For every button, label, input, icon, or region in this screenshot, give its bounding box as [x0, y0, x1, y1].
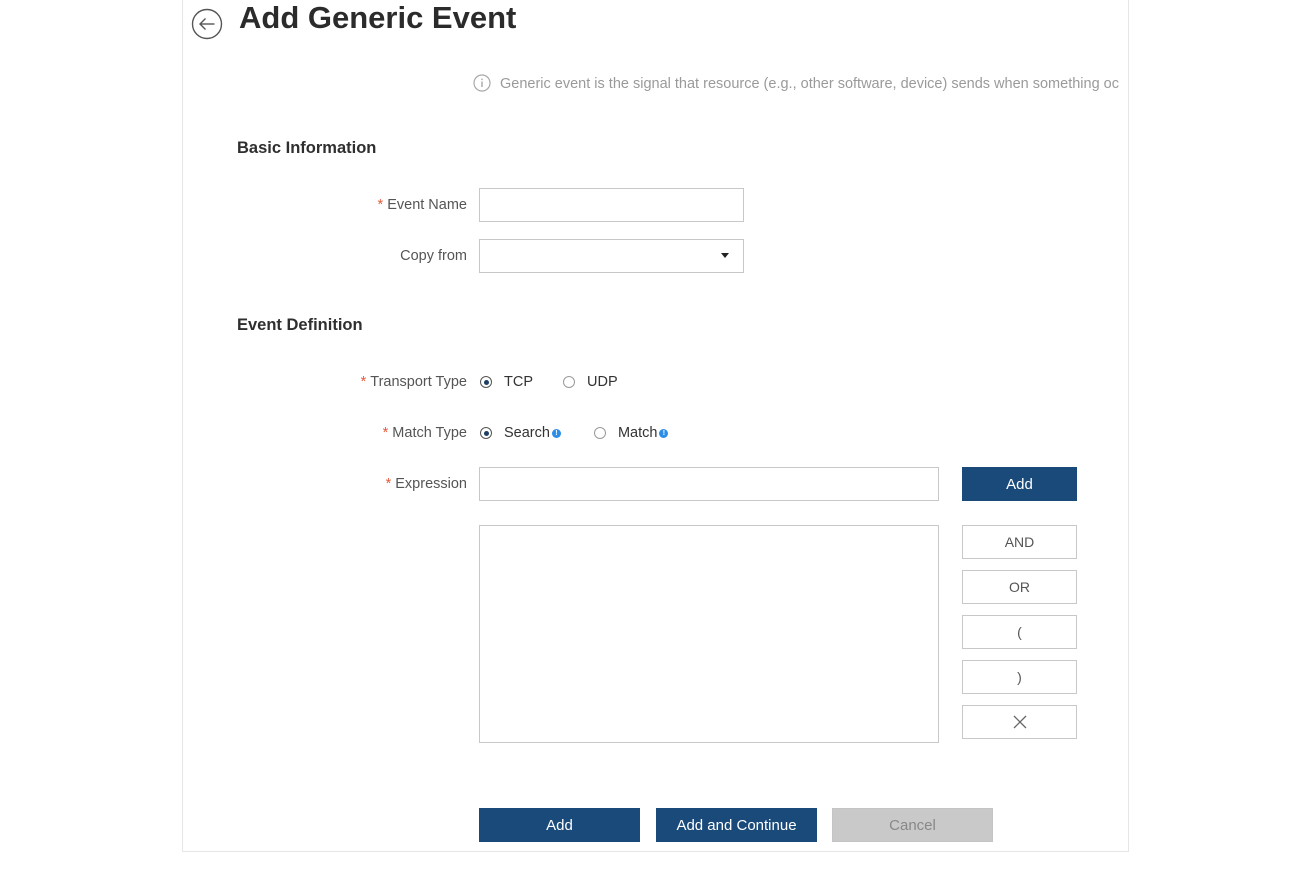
clear-expression-button[interactable] — [962, 705, 1077, 739]
radio-match[interactable]: Match ! — [593, 425, 669, 441]
info-banner: Generic event is the signal that resourc… — [473, 74, 1119, 92]
required-mark: * — [377, 197, 384, 213]
required-mark: * — [382, 425, 389, 441]
transport-type-label: * Transport Type — [360, 374, 467, 390]
open-paren-button[interactable]: ( — [962, 615, 1077, 649]
info-icon — [473, 74, 500, 92]
caret-down-icon — [721, 253, 729, 258]
copy-from-select[interactable] — [479, 239, 744, 273]
radio-match-label: Match — [617, 425, 658, 441]
copy-from-label: Copy from — [400, 248, 467, 264]
help-info-icon[interactable]: ! — [659, 428, 669, 438]
info-text: Generic event is the signal that resourc… — [500, 76, 1119, 92]
page-panel: Add Generic Event Generic event is the s… — [182, 0, 1129, 852]
expression-input[interactable] — [479, 467, 939, 501]
cancel-button[interactable]: Cancel — [832, 808, 993, 842]
radio-selected-icon — [480, 376, 492, 388]
expression-add-button[interactable]: Add — [962, 467, 1077, 501]
expression-label: * Expression — [385, 476, 467, 492]
radio-unselected-icon — [563, 376, 575, 388]
required-mark: * — [360, 374, 367, 390]
radio-search[interactable]: Search ! — [480, 425, 561, 441]
radio-selected-icon — [480, 427, 492, 439]
event-name-input[interactable] — [479, 188, 744, 222]
back-arrow-icon[interactable] — [191, 8, 223, 40]
add-and-continue-button[interactable]: Add and Continue — [656, 808, 817, 842]
close-paren-button[interactable]: ) — [962, 660, 1077, 694]
expression-list-area[interactable] — [479, 525, 939, 743]
radio-search-label: Search — [504, 425, 550, 441]
section-title-event-definition: Event Definition — [237, 316, 363, 334]
radio-udp-label: UDP — [587, 374, 618, 390]
help-info-icon[interactable]: ! — [551, 428, 561, 438]
add-button[interactable]: Add — [479, 808, 640, 842]
radio-tcp-label: TCP — [504, 374, 533, 390]
radio-unselected-icon — [593, 427, 606, 439]
radio-tcp[interactable]: TCP — [480, 374, 533, 390]
close-icon — [1013, 715, 1026, 729]
radio-udp[interactable]: UDP — [563, 374, 618, 390]
and-operator-button[interactable]: AND — [962, 525, 1077, 559]
match-type-radio-group: Search ! Match ! — [480, 425, 669, 441]
section-title-basic-information: Basic Information — [237, 139, 377, 157]
match-type-label: * Match Type — [382, 425, 467, 441]
required-mark: * — [385, 476, 392, 492]
event-name-label: * Event Name — [377, 197, 467, 213]
page-title: Add Generic Event — [239, 0, 517, 35]
or-operator-button[interactable]: OR — [962, 570, 1077, 604]
transport-type-radio-group: TCP UDP — [480, 374, 618, 390]
